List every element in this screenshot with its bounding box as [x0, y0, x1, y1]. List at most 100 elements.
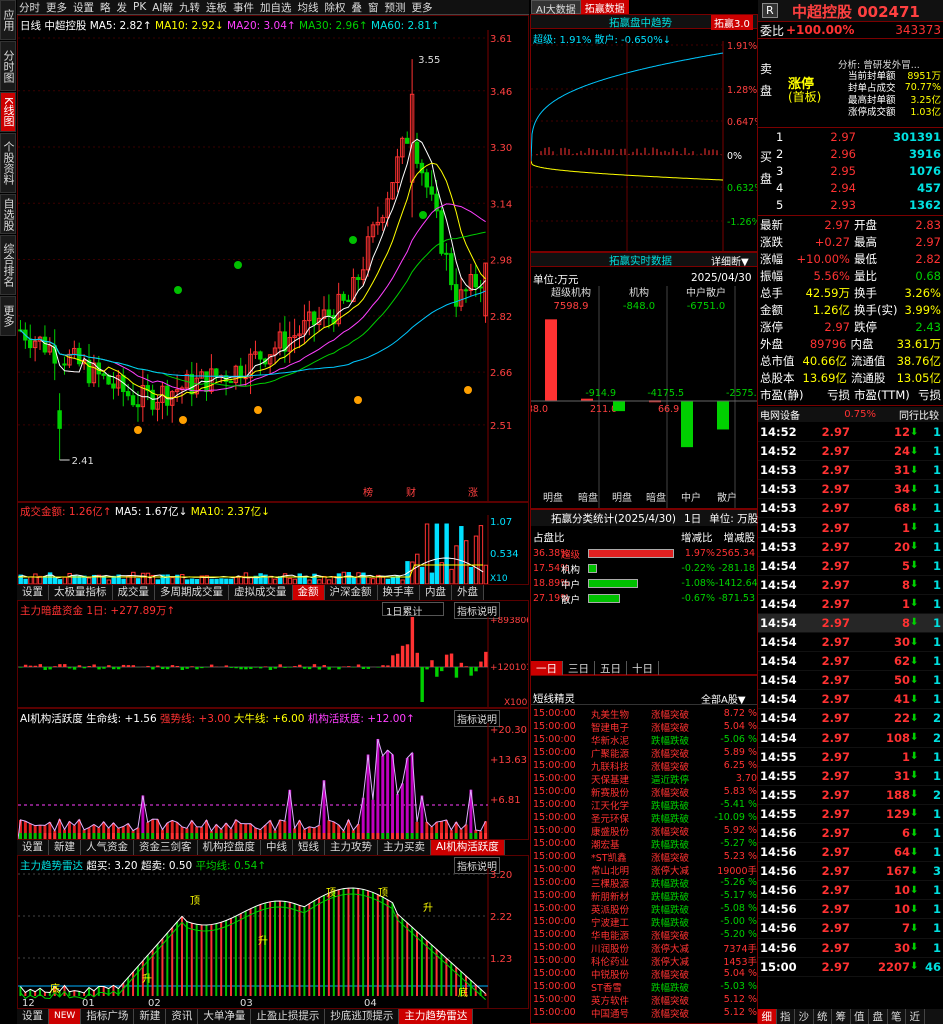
- period-tab-2[interactable]: 五日: [595, 661, 627, 675]
- toolbar-item-6[interactable]: AI解: [152, 0, 173, 14]
- right-tab-2[interactable]: 沙: [795, 1009, 814, 1024]
- toolbar-item-15[interactable]: 预测: [385, 0, 406, 14]
- tabs1-tab-3[interactable]: 多周期成交量: [155, 585, 229, 600]
- left-tab-4[interactable]: 自选股: [0, 194, 16, 234]
- right-tab-3[interactable]: 统: [814, 1009, 832, 1024]
- tabs3-tab-5[interactable]: 大单净量: [198, 1009, 252, 1024]
- tabs2-tab-6[interactable]: 短线: [293, 840, 325, 855]
- right-tab-6[interactable]: 盘: [869, 1009, 888, 1024]
- elf-row: 15:00:00 科伦药业 涨停大减 1453手: [533, 954, 757, 968]
- tabs1-tab-1[interactable]: 太极量指标: [49, 585, 113, 600]
- trend-chart[interactable]: 1.91% 1.28% 0.647% 0% 0.632% -1.26%: [531, 41, 757, 251]
- detail-button[interactable]: 详细断▼: [711, 253, 749, 268]
- indicator-tabs-2: 设置 新建 人气资金 资金三剑客 机构控盘度 中线 短线 主力攻势 主力买卖 AI机构活跃度: [17, 840, 529, 855]
- tabs3-tab-4[interactable]: 资讯: [166, 1009, 199, 1024]
- toolbar-item-5[interactable]: PK: [133, 1, 146, 13]
- mid-tab-1[interactable]: 拓赢数据: [580, 0, 629, 15]
- sector-name[interactable]: 电网设备: [758, 407, 820, 422]
- toolbar-item-4[interactable]: 发: [117, 0, 128, 14]
- volume-chart[interactable]: 1.07 0.534 X10: [18, 515, 528, 584]
- radar-chart[interactable]: 3.20 2.22 1.23 顶底 升 顶升 顶升底 12 01 02 03 04: [18, 868, 528, 1008]
- tick-price: 2.97: [821, 806, 850, 821]
- tabs3-tab-1[interactable]: NEW: [49, 1009, 82, 1024]
- dark-pool-chart[interactable]: +893806 +120101 X100: [18, 617, 528, 707]
- bid-volume: 457: [916, 180, 941, 195]
- toolbar-item-1[interactable]: 更多: [46, 0, 67, 14]
- trend-version-button[interactable]: 拓赢3.0: [711, 15, 753, 30]
- tabs1-tab-6[interactable]: 沪深金额: [324, 585, 378, 600]
- tabs3-tab-6[interactable]: 止盈止损提示: [251, 1009, 326, 1024]
- tabs1-tab-5[interactable]: 金额: [292, 585, 325, 600]
- toolbar-item-7[interactable]: 九转: [179, 0, 200, 14]
- elf-time: 15:00:00: [533, 799, 576, 810]
- tabs2-tab-8[interactable]: 主力买卖: [378, 840, 431, 855]
- tabs3-tab-3[interactable]: 新建: [134, 1009, 167, 1024]
- right-tab-8[interactable]: 近: [906, 1009, 925, 1024]
- quote-label: 外盘: [760, 337, 783, 352]
- ai-activity-chart[interactable]: +20.30 +13.63 +6.81: [18, 723, 528, 839]
- tick-time: 14:54: [760, 558, 797, 573]
- tabs1-tab-7[interactable]: 换手率: [377, 585, 420, 600]
- toolbar-item-11[interactable]: 均线: [298, 0, 319, 14]
- tabs2-tab-5[interactable]: 中线: [261, 840, 293, 855]
- left-tab-0[interactable]: 应用: [0, 0, 16, 40]
- period-select[interactable]: 1日累计: [382, 602, 444, 618]
- rt-col-1: 机构: [629, 286, 649, 299]
- period-tab-3[interactable]: 十日: [627, 661, 659, 675]
- elf-name: 中锐股份: [591, 969, 630, 981]
- tabs2-tab-1[interactable]: 新建: [49, 840, 81, 855]
- right-tab-1[interactable]: 指: [777, 1009, 795, 1024]
- tabs2-tab-0[interactable]: 设置: [17, 840, 49, 855]
- ai-base-bar: [160, 833, 164, 839]
- elf-time: 15:00:00: [533, 890, 576, 901]
- tabs2-tab-3[interactable]: 资金三剑客: [134, 840, 198, 855]
- kline-chart[interactable]: 3.61 3.46 3.30 3.14 2.98 2.82 2.66 2.51 3.55 2.41…: [18, 30, 528, 501]
- right-tab-7[interactable]: 笔: [888, 1009, 906, 1024]
- tabs1-tab-0[interactable]: 设置: [17, 585, 49, 600]
- right-tab-0[interactable]: 细: [758, 1009, 777, 1024]
- tick-volume: 41: [893, 692, 910, 707]
- stats-bar: [588, 594, 620, 603]
- radar-bar: [303, 906, 306, 996]
- elf-row: 15:00:00 中国通号 涨幅突破 5.12 %: [533, 1006, 757, 1020]
- elf-filter[interactable]: 全部A股▼: [701, 691, 746, 706]
- tabs2-tab-2[interactable]: 人气资金: [81, 840, 134, 855]
- dark-bar: [298, 664, 302, 667]
- tabs2-tab-4[interactable]: 机构控盘度: [197, 840, 261, 855]
- tabs1-tab-8[interactable]: 内盘: [420, 585, 452, 600]
- tabs2-tab-7[interactable]: 主力攻势: [325, 840, 378, 855]
- period-tab-0[interactable]: 一日: [531, 661, 563, 675]
- toolbar-item-2[interactable]: 设置: [73, 0, 94, 14]
- toolbar-item-13[interactable]: 叠: [352, 0, 363, 14]
- toolbar-item-16[interactable]: 更多: [412, 0, 433, 14]
- toolbar-item-0[interactable]: 分时: [19, 0, 40, 14]
- period-tab-1[interactable]: 三日: [563, 661, 595, 675]
- tabs1-tab-9[interactable]: 外盘: [452, 585, 484, 600]
- tabs3-tab-7[interactable]: 抄底逃顶提示: [325, 1009, 400, 1024]
- toolbar-item-12[interactable]: 除权: [325, 0, 346, 14]
- right-tab-4[interactable]: 筹: [832, 1009, 851, 1024]
- tabs3-tab-2[interactable]: 指标广场: [81, 1009, 135, 1024]
- right-tab-5[interactable]: 值: [851, 1009, 869, 1024]
- left-tab-6[interactable]: 更多: [0, 296, 16, 336]
- tabs3-tab-8[interactable]: 主力趋势雷达: [399, 1009, 474, 1024]
- toolbar-item-8[interactable]: 连板: [206, 0, 227, 14]
- left-tab-1[interactable]: 分时图: [0, 41, 16, 91]
- tabs2-tab-9[interactable]: AI机构活跃度: [431, 840, 505, 855]
- toolbar-item-9[interactable]: 事件: [233, 0, 254, 14]
- radar-bar: [288, 902, 291, 996]
- toolbar-item-14[interactable]: 窗: [368, 0, 379, 14]
- left-tab-2[interactable]: K线图: [0, 92, 16, 132]
- tabs1-tab-2[interactable]: 成交量: [112, 585, 155, 600]
- mid-tab-0[interactable]: AI大数据: [531, 0, 581, 16]
- dark-bar: [327, 667, 331, 670]
- tabs1-tab-4[interactable]: 虚拟成交量: [229, 585, 293, 600]
- ai-base-bar: [337, 833, 341, 839]
- tabs3-tab-0[interactable]: 设置: [17, 1009, 49, 1024]
- peer-compare[interactable]: 同行比较: [876, 407, 943, 422]
- elf-name: 江天化学: [591, 800, 630, 812]
- left-tab-3[interactable]: 个股资料: [0, 133, 16, 193]
- left-tab-5[interactable]: 综合排名: [0, 235, 16, 295]
- toolbar-item-3[interactable]: 略: [100, 0, 111, 14]
- toolbar-item-10[interactable]: 加自选: [260, 0, 292, 14]
